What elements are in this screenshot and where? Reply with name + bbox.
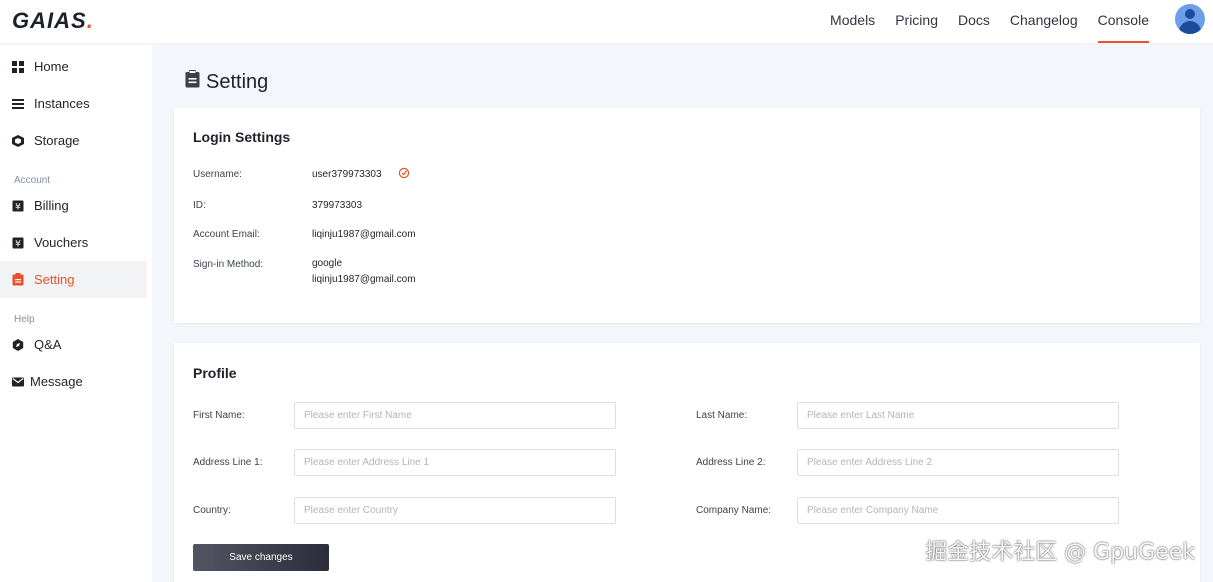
company-name-input[interactable] — [797, 497, 1119, 524]
signin-method-email: liqinju1987@gmail.com — [312, 274, 416, 285]
list-icon — [11, 97, 24, 110]
clipboard-icon — [185, 70, 200, 94]
account-email-value: liqinju1987@gmail.com — [312, 229, 416, 240]
page-title-text: Setting — [206, 70, 269, 93]
profile-title: Profile — [193, 365, 237, 381]
brand-name: GAIAS — [12, 8, 87, 33]
sidebar-item-message[interactable]: Message — [0, 363, 147, 400]
brand-logo[interactable]: GAIAS. — [12, 8, 94, 34]
account-email-label: Account Email: — [193, 229, 260, 240]
svg-text:¥: ¥ — [15, 202, 21, 212]
sidebar-item-label: Vouchers — [34, 235, 89, 250]
sidebar-item-home[interactable]: Home — [0, 48, 147, 85]
sidebar-section-account: Account — [14, 175, 51, 186]
country-input[interactable] — [294, 497, 616, 524]
avatar-head-shape — [1185, 9, 1195, 19]
sidebar-section-help: Help — [14, 314, 35, 325]
mail-icon — [11, 375, 24, 388]
last-name-label: Last Name: — [696, 410, 748, 421]
first-name-input[interactable] — [294, 402, 616, 429]
sidebar-item-label: Setting — [34, 272, 75, 287]
nav-docs[interactable]: Docs — [958, 0, 990, 44]
first-name-label: First Name: — [193, 410, 245, 421]
address-line-1-input[interactable] — [294, 449, 616, 476]
username-label: Username: — [193, 169, 242, 180]
nav-changelog[interactable]: Changelog — [1010, 0, 1078, 44]
sidebar-item-qa[interactable]: Q&A — [0, 326, 147, 363]
compass-icon — [11, 338, 24, 351]
yen-icon: ¥ — [11, 199, 24, 212]
top-bar: GAIAS. Models Pricing Docs Changelog Con… — [0, 0, 1213, 44]
login-settings-title: Login Settings — [193, 129, 291, 145]
top-nav: Models Pricing Docs Changelog Console — [830, 0, 1150, 44]
country-label: Country: — [193, 505, 231, 516]
brand-dot: . — [86, 8, 94, 33]
signin-method-label: Sign-in Method: — [193, 259, 264, 270]
sidebar-item-label: Message — [30, 374, 83, 389]
nav-models[interactable]: Models — [830, 0, 875, 44]
id-label: ID: — [193, 200, 206, 211]
page-title: Setting — [185, 70, 268, 94]
signin-method-provider: google — [312, 258, 343, 269]
address-line-1-label: Address Line 1: — [193, 457, 263, 468]
watermark: 掘金技术社区 @ GpuGeek — [925, 540, 1195, 565]
svg-text:¥: ¥ — [15, 239, 21, 249]
grid-icon — [11, 60, 24, 73]
sidebar-item-label: Storage — [34, 133, 80, 148]
sidebar-item-label: Home — [34, 59, 69, 74]
sidebar-item-label: Billing — [34, 198, 69, 213]
sidebar-item-storage[interactable]: Storage — [0, 122, 147, 159]
nav-pricing[interactable]: Pricing — [895, 0, 938, 44]
edit-icon[interactable] — [398, 166, 410, 184]
save-changes-button[interactable]: Save changes — [193, 544, 329, 571]
last-name-input[interactable] — [797, 402, 1119, 429]
company-name-label: Company Name: — [696, 505, 772, 516]
sidebar-item-label: Q&A — [34, 337, 62, 352]
cube-icon — [11, 134, 24, 147]
user-avatar[interactable] — [1175, 4, 1205, 34]
avatar-body-shape — [1179, 21, 1201, 34]
sidebar-item-label: Instances — [34, 96, 90, 111]
address-line-2-input[interactable] — [797, 449, 1119, 476]
yen-icon: ¥ — [11, 236, 24, 249]
nav-console[interactable]: Console — [1097, 0, 1150, 44]
clipboard-icon — [11, 273, 24, 286]
sidebar-item-instances[interactable]: Instances — [0, 85, 147, 122]
id-value: 379973303 — [312, 200, 363, 211]
login-settings-card: Login Settings Username: user379973303 I… — [174, 108, 1200, 323]
sidebar-item-vouchers[interactable]: ¥ Vouchers — [0, 224, 147, 261]
sidebar-item-setting[interactable]: Setting — [0, 261, 147, 298]
address-line-2-label: Address Line 2: — [696, 457, 766, 468]
sidebar: Home Instances Storage Account ¥ Billing… — [0, 45, 152, 582]
username-value: user379973303 — [312, 169, 382, 180]
sidebar-item-billing[interactable]: ¥ Billing — [0, 187, 147, 224]
